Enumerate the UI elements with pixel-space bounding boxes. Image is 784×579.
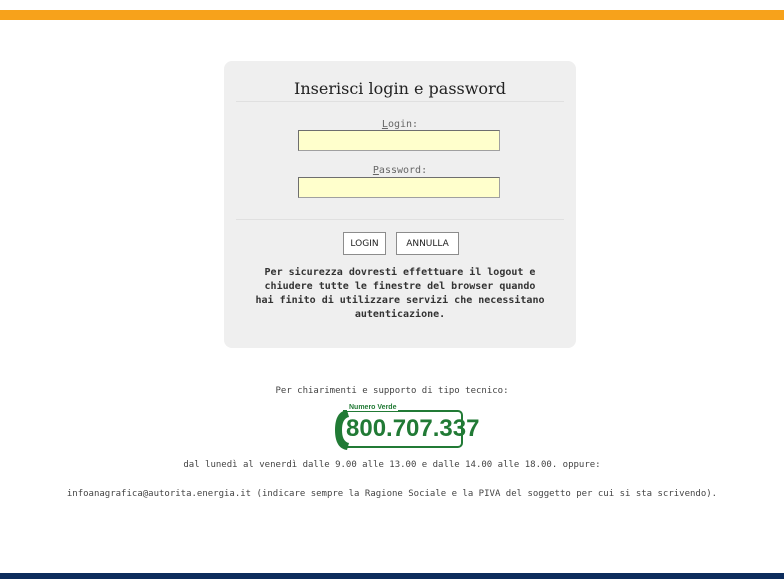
numero-verde-logo: Numero Verde 800.707.337 [333,403,479,453]
form-divider [236,219,564,220]
password-label-text: assword: [378,165,428,176]
password-label: Password: [224,165,576,176]
security-warning-line: autenticazione. [354,309,446,320]
security-warning-line: chiudere tutte le finestre del browser q… [264,281,536,292]
login-button[interactable]: LOGIN [343,232,386,255]
numero-verde-label: Numero Verde [347,404,399,411]
login-label-text: ogin: [387,119,419,130]
login-panel: Inserisci login e password Login: Passwo… [224,61,576,348]
login-input[interactable] [298,130,500,151]
support-email[interactable]: infoanagrafica@autorita.energia.it [67,489,251,499]
support-email-note: (indicare sempre la Ragione Sociale e la… [251,489,718,499]
support-email-line: infoanagrafica@autorita.energia.it (indi… [0,489,784,499]
security-warning: Per sicurezza dovresti effettuare il log… [236,266,564,322]
top-accent-bar [0,10,784,20]
security-warning-line: hai finito di utilizzare servizi che nec… [255,295,545,306]
cancel-button[interactable]: ANNULLA [396,232,459,255]
login-label: Login: [224,119,576,130]
title-divider [236,101,564,102]
support-title: Per chiarimenti e supporto di tipo tecni… [275,386,509,396]
phone-number: 800.707.337 [346,415,480,442]
bottom-bar [0,573,784,579]
panel-title: Inserisci login e password [294,79,506,98]
security-warning-line: Per sicurezza dovresti effettuare il log… [264,267,536,278]
support-hours: dal lunedì al venerdì dalle 9.00 alle 13… [183,460,601,470]
password-input[interactable] [298,177,500,198]
